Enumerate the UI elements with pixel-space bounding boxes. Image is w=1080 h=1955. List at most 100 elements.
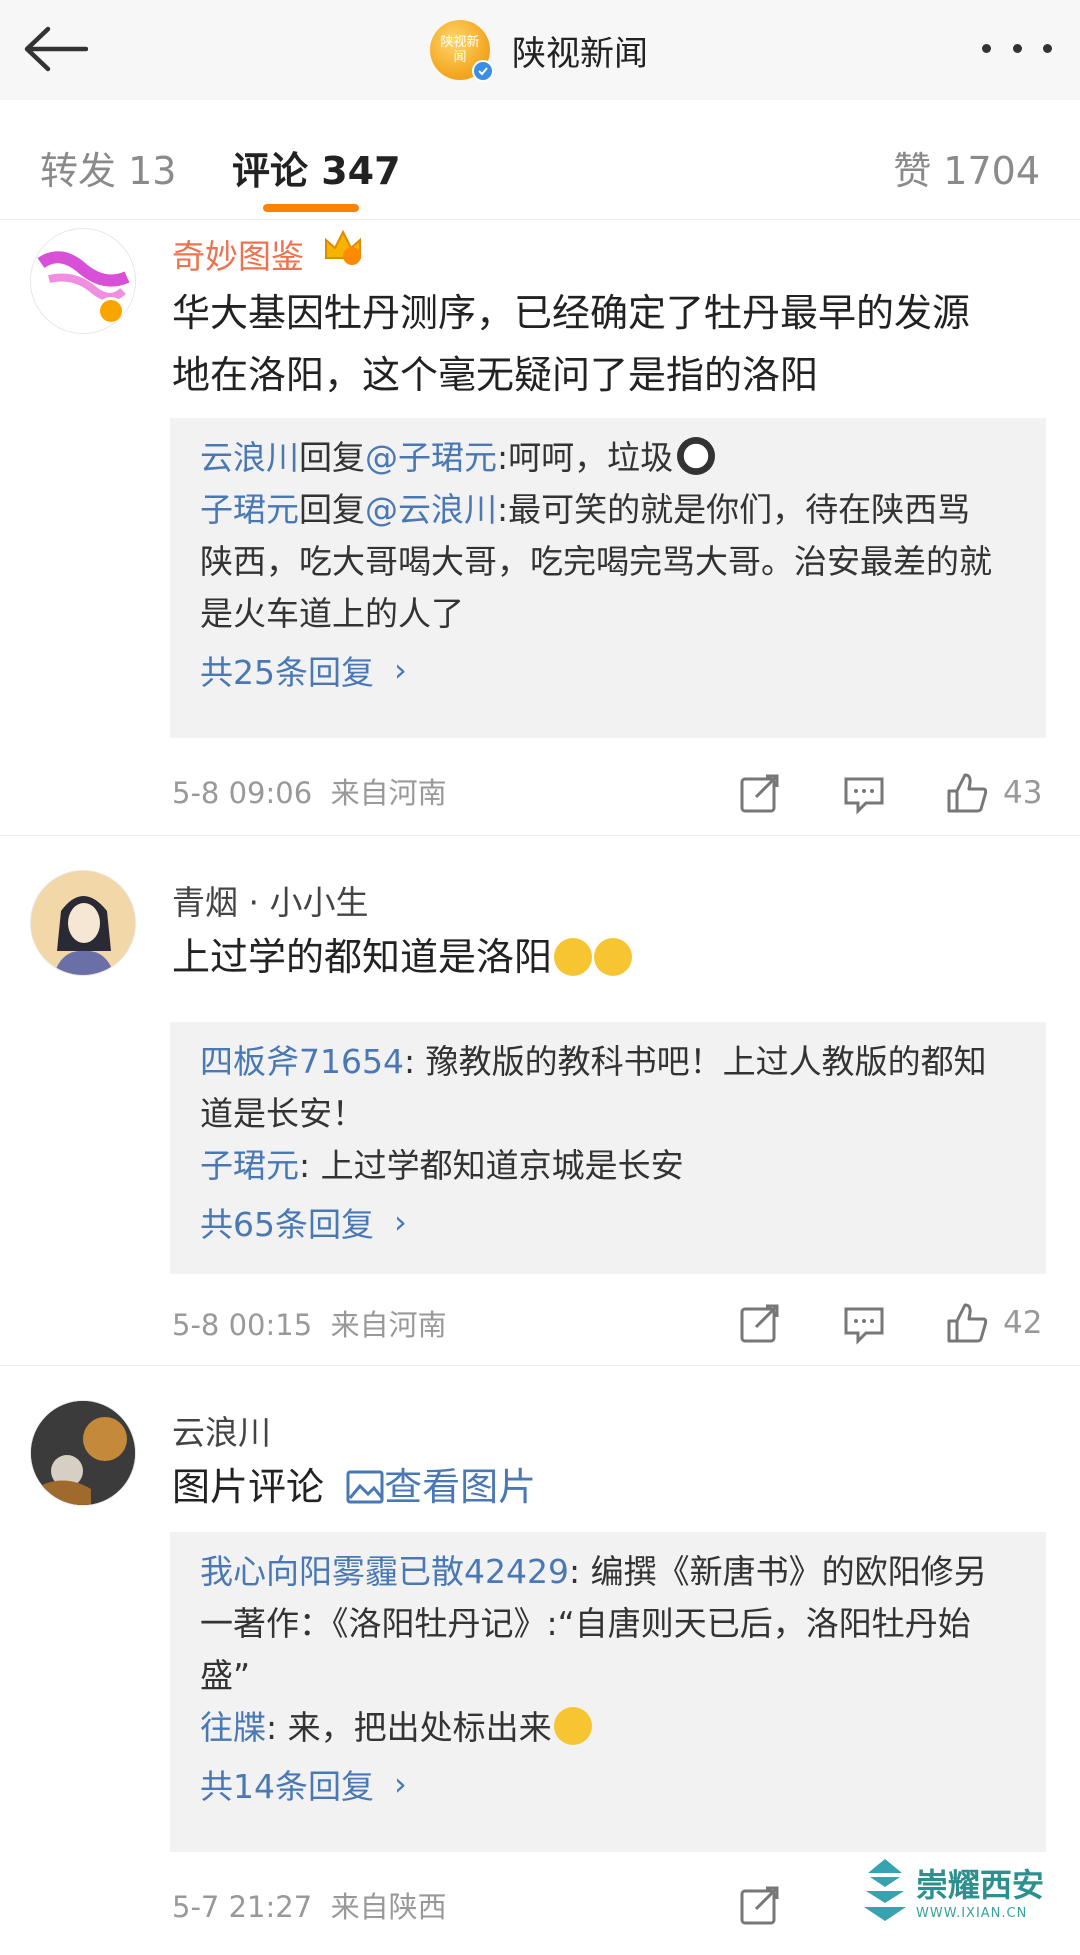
reply-username[interactable]: 我心向阳雾霾已散42429 <box>200 1552 569 1591</box>
avatar[interactable] <box>30 1400 136 1506</box>
reply-text: :呵呵，垃圾 <box>497 438 674 477</box>
like-count: 42 <box>1003 1305 1043 1341</box>
forward-button[interactable] <box>738 1298 782 1348</box>
view-more-replies-link[interactable]: 共65条回复 › <box>200 1198 1016 1246</box>
thumbs-up-icon <box>947 1303 988 1343</box>
reply-preview-box[interactable]: 云浪川回复@子珺元:呵呵，垃圾 子珺元回复@云浪川:最可笑的就是你们，待在陕西骂… <box>170 418 1046 738</box>
comment-meta: 5-8 00:15 来自河南 <box>172 1302 447 1344</box>
back-arrow-icon <box>24 26 88 72</box>
more-replies-label: 共14条回复 <box>200 1767 374 1806</box>
reply-verb: 回复 <box>299 490 365 529</box>
reply-username[interactable]: 云浪川 <box>200 438 299 477</box>
view-image-label: 查看图片 <box>384 1465 537 1509</box>
reply-preview-box[interactable]: 四板斧71654: 豫教版的教科书吧！上过人教版的都知 道是长安！ 子珺元: 上… <box>170 1022 1046 1274</box>
comment-time: 5-8 00:15 <box>172 1308 313 1342</box>
comment-meta: 5-7 21:27 来自陕西 <box>172 1884 447 1926</box>
reply-item: 四板斧71654: 豫教版的教科书吧！上过人教版的都知 道是长安！ <box>200 1036 1016 1140</box>
reply-text: 陕西，吃大哥喝大哥，吃完喝完骂大哥。治安最差的就 <box>200 542 992 581</box>
comment-location: 来自河南 <box>330 1308 447 1342</box>
watermark-url: WWW.IXIAN.CN <box>916 1905 1028 1921</box>
view-more-replies-link[interactable]: 共14条回复 › <box>200 1760 1016 1808</box>
reply-text: : 来，把出处标出来 <box>266 1708 552 1747</box>
reply-text: 一著作：《洛阳牡丹记》:“自唐则天已后，洛阳牡丹始 <box>200 1604 971 1643</box>
reply-username[interactable]: 四板斧71654 <box>200 1042 404 1081</box>
comment-text-line: 华大基因牡丹测序，已经确定了牡丹最早的发源 <box>172 291 971 335</box>
chevron-right-icon: › <box>394 1765 407 1803</box>
chevron-right-icon: › <box>394 651 407 689</box>
more-dot-icon <box>1043 43 1052 53</box>
site-watermark: 崇耀西安 WWW.IXIAN.CN <box>862 1850 1062 1930</box>
comment-meta: 5-8 09:06 来自河南 <box>172 770 447 812</box>
tab-likes[interactable]: 赞 1704 <box>893 140 1040 195</box>
avatar[interactable] <box>30 228 136 334</box>
thumbs-up-icon <box>947 773 988 813</box>
verified-badge-icon <box>97 297 125 325</box>
account-avatar-logo: 陕视新闻 <box>440 35 480 65</box>
more-dot-icon <box>1012 43 1022 53</box>
reply-text: : 编撰《新唐书》的欧阳修另 <box>568 1552 987 1591</box>
back-button[interactable] <box>22 14 102 84</box>
reply-username[interactable]: 子珺元 <box>200 1146 299 1185</box>
comment-text-line: 地在洛阳，这个毫无疑问了是指的洛阳 <box>172 353 819 397</box>
avatar[interactable] <box>30 870 136 976</box>
comment-username[interactable]: 云浪川 <box>172 1406 271 1454</box>
forward-button[interactable] <box>738 1880 782 1930</box>
reply-username[interactable]: 子珺元 <box>200 490 299 529</box>
reply-username[interactable]: 往牒 <box>200 1708 266 1747</box>
laugh-cry-emoji-icon <box>594 938 633 976</box>
smile-emoji-icon <box>553 1707 592 1745</box>
tab-forward[interactable]: 转发 13 <box>40 140 176 195</box>
image-icon <box>346 1470 384 1504</box>
more-options-button[interactable] <box>982 28 1052 68</box>
like-count: 43 <box>1003 775 1043 811</box>
reply-item: 子珺元: 上过学都知道京城是长安 <box>200 1140 1016 1192</box>
like-button[interactable]: 43 <box>945 768 1042 818</box>
laugh-cry-emoji-icon <box>554 938 593 976</box>
comment-icon <box>844 1307 884 1345</box>
reply-mention[interactable]: @云浪川 <box>365 490 497 529</box>
avatar-photo-icon <box>31 1401 135 1505</box>
comment-button[interactable] <box>842 768 886 818</box>
reply-item: 子珺元回复@云浪川:最可笑的就是你们，待在陕西骂 陕西，吃大哥喝大哥，吃完喝完骂… <box>200 484 1016 640</box>
chevron-right-icon: › <box>394 1203 407 1241</box>
reply-mention[interactable]: @子珺元 <box>365 438 497 477</box>
reply-verb: 回复 <box>299 438 365 477</box>
account-header[interactable]: 陕视新闻 陕视新闻 <box>430 8 648 92</box>
panda-emoji-icon <box>677 437 716 475</box>
comment-text: 图片评论 查看图片 <box>172 1456 1042 1518</box>
view-more-replies-link[interactable]: 共25条回复 › <box>200 646 1016 694</box>
tab-comments[interactable]: 评论 347 <box>232 140 401 195</box>
comment-username[interactable]: 奇妙图鉴 <box>172 230 304 278</box>
view-image-link[interactable]: 查看图片 <box>346 1465 536 1509</box>
comment-text-line: 上过学的都知道是洛阳 <box>172 935 553 979</box>
forward-icon <box>740 1886 779 1925</box>
page-title: 陕视新闻 <box>512 33 648 74</box>
comment-item: 奇妙图鉴 华大基因牡丹测序，已经确定了牡丹最早的发源 地在洛阳，这个毫无疑问了是… <box>0 222 1080 836</box>
forward-button[interactable] <box>738 768 782 818</box>
tab-bar: 转发 13 评论 347 赞 1704 <box>0 100 1080 220</box>
comment-text-line: 图片评论 <box>172 1465 325 1509</box>
account-avatar[interactable]: 陕视新闻 <box>430 20 494 82</box>
forward-icon <box>740 774 779 813</box>
crown-badge-icon <box>322 226 364 268</box>
verified-badge-icon <box>472 60 494 82</box>
reply-item: 往牒: 来，把出处标出来 <box>200 1702 1016 1754</box>
like-button[interactable]: 42 <box>945 1298 1042 1348</box>
top-nav-bar: 陕视新闻 陕视新闻 <box>0 0 1080 100</box>
reply-preview-box[interactable]: 我心向阳雾霾已散42429: 编撰《新唐书》的欧阳修另 一著作：《洛阳牡丹记》:… <box>170 1532 1046 1852</box>
active-tab-indicator <box>263 204 359 212</box>
reply-item: 我心向阳雾霾已散42429: 编撰《新唐书》的欧阳修另 一著作：《洛阳牡丹记》:… <box>200 1546 1016 1702</box>
comment-time: 5-8 09:06 <box>172 776 313 810</box>
comment-text: 上过学的都知道是洛阳 <box>172 926 1042 988</box>
pagoda-logo-icon <box>864 1859 906 1921</box>
comment-text: 华大基因牡丹测序，已经确定了牡丹最早的发源 地在洛阳，这个毫无疑问了是指的洛阳 <box>172 282 1042 406</box>
reply-text: 盛” <box>200 1656 251 1695</box>
comment-username[interactable]: 青烟 · 小小生 <box>172 876 368 924</box>
comment-location: 来自河南 <box>330 776 447 810</box>
reply-item: 云浪川回复@子珺元:呵呵，垃圾 <box>200 432 1016 484</box>
reply-text: :最可笑的就是你们，待在陕西骂 <box>497 490 971 529</box>
comment-button[interactable] <box>842 1298 886 1348</box>
comment-time: 5-7 21:27 <box>172 1890 313 1924</box>
reply-text: 道是长安！ <box>200 1094 365 1133</box>
reply-text: : 豫教版的教科书吧！上过人教版的都知 <box>403 1042 987 1081</box>
